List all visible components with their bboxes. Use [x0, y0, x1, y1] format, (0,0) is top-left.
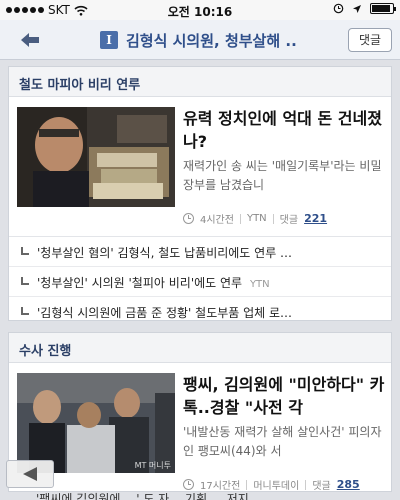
triangle-left-icon — [23, 467, 37, 481]
story-title[interactable]: 유력 정치인에 억대 돈 건네졌나? — [183, 107, 388, 153]
divider — [305, 479, 307, 490]
section-investigation: 수사 진행 MT 머니투 팽씨, 김의원에 "미안하다" 카톡..경찰 "사전 … — [8, 332, 392, 492]
divider — [272, 213, 274, 224]
comment-label: 댓글 — [279, 215, 299, 226]
clock-icon — [183, 479, 194, 490]
story-thumbnail[interactable]: MT 머니투 — [17, 373, 175, 473]
battery-icon — [370, 3, 396, 14]
story-thumbnail[interactable] — [17, 107, 175, 207]
next-article-peek[interactable]: '팽씨에 김의원에 …' 도 자… 기획 … 저지 … — [36, 490, 265, 500]
related-article[interactable]: '청부살인' 시의원 '철피아 비리'에도 연루 YTN — [9, 267, 391, 297]
story-source: YTN — [246, 213, 267, 224]
alarm-icon — [333, 3, 344, 14]
comment-label: 댓글 — [312, 481, 331, 492]
image-watermark: MT 머니투 — [134, 461, 171, 470]
lead-story[interactable]: MT 머니투 팽씨, 김의원에 "미안하다" 카톡..경찰 "사전 각 '내발산… — [9, 363, 391, 500]
story-time: 4시간전 — [200, 215, 234, 226]
related-article-source: YTN — [249, 279, 270, 290]
divider — [246, 479, 248, 490]
bullet-icon — [21, 277, 29, 285]
location-arrow-icon — [353, 4, 361, 13]
related-article-title: '김형식 시의원에 금품 준 정황' 철도부품 업체 로… — [37, 306, 293, 320]
bullet-icon — [21, 307, 29, 315]
nav-bar: I 김형식 시의원, 청부살해 .. 댓글 — [0, 20, 400, 60]
comment-count-link[interactable]: 221 — [304, 212, 327, 225]
related-article[interactable]: '청부살인 혐의' 김형식, 철도 납품비리에도 연루 … — [9, 237, 391, 267]
reply-button[interactable]: 댓글 — [348, 28, 392, 52]
divider — [239, 213, 241, 224]
clock-icon — [183, 213, 194, 224]
section-railway-mafia: 철도 마피아 비리 연루 유력 정치인에 억대 돈 건네졌나? 재력가인 송 씨… — [8, 66, 392, 321]
story-summary: 재력가인 송 씨는 '매일기록부'라는 비밀 장부를 남겼습니 — [183, 159, 382, 192]
story-meta: 4시간전 YTN 댓글 221 — [183, 211, 327, 226]
page-title: 김형식 시의원, 청부살해 .. — [126, 32, 297, 50]
status-bar: SKT 오전 10:16 — [0, 0, 400, 20]
issue-badge: I — [100, 31, 118, 49]
related-article-title: '청부살인 혐의' 김형식, 철도 납품비리에도 연루 … — [37, 246, 293, 260]
floating-back-button[interactable] — [6, 460, 54, 488]
status-right — [333, 3, 396, 14]
back-arrow-icon[interactable] — [18, 28, 42, 52]
story-title[interactable]: 팽씨, 김의원에 "미안하다" 카톡..경찰 "사전 각 — [183, 373, 388, 419]
story-summary: '내발산동 재력가 살해 살인사건' 피의자인 팽모씨(44)와 서 — [183, 425, 382, 458]
bullet-icon — [21, 247, 29, 255]
section-header[interactable]: 철도 마피아 비리 연루 — [9, 67, 391, 97]
related-article[interactable]: '김형식 시의원에 금품 준 정황' 철도부품 업체 로… — [9, 297, 391, 327]
comment-count-link[interactable]: 285 — [337, 478, 360, 491]
lead-story[interactable]: 유력 정치인에 억대 돈 건네졌나? 재력가인 송 씨는 '매일기록부'라는 비… — [9, 97, 391, 237]
related-article-title: '청부살인' 시의원 '철피아 비리'에도 연루 — [37, 276, 243, 290]
section-header[interactable]: 수사 진행 — [9, 333, 391, 363]
